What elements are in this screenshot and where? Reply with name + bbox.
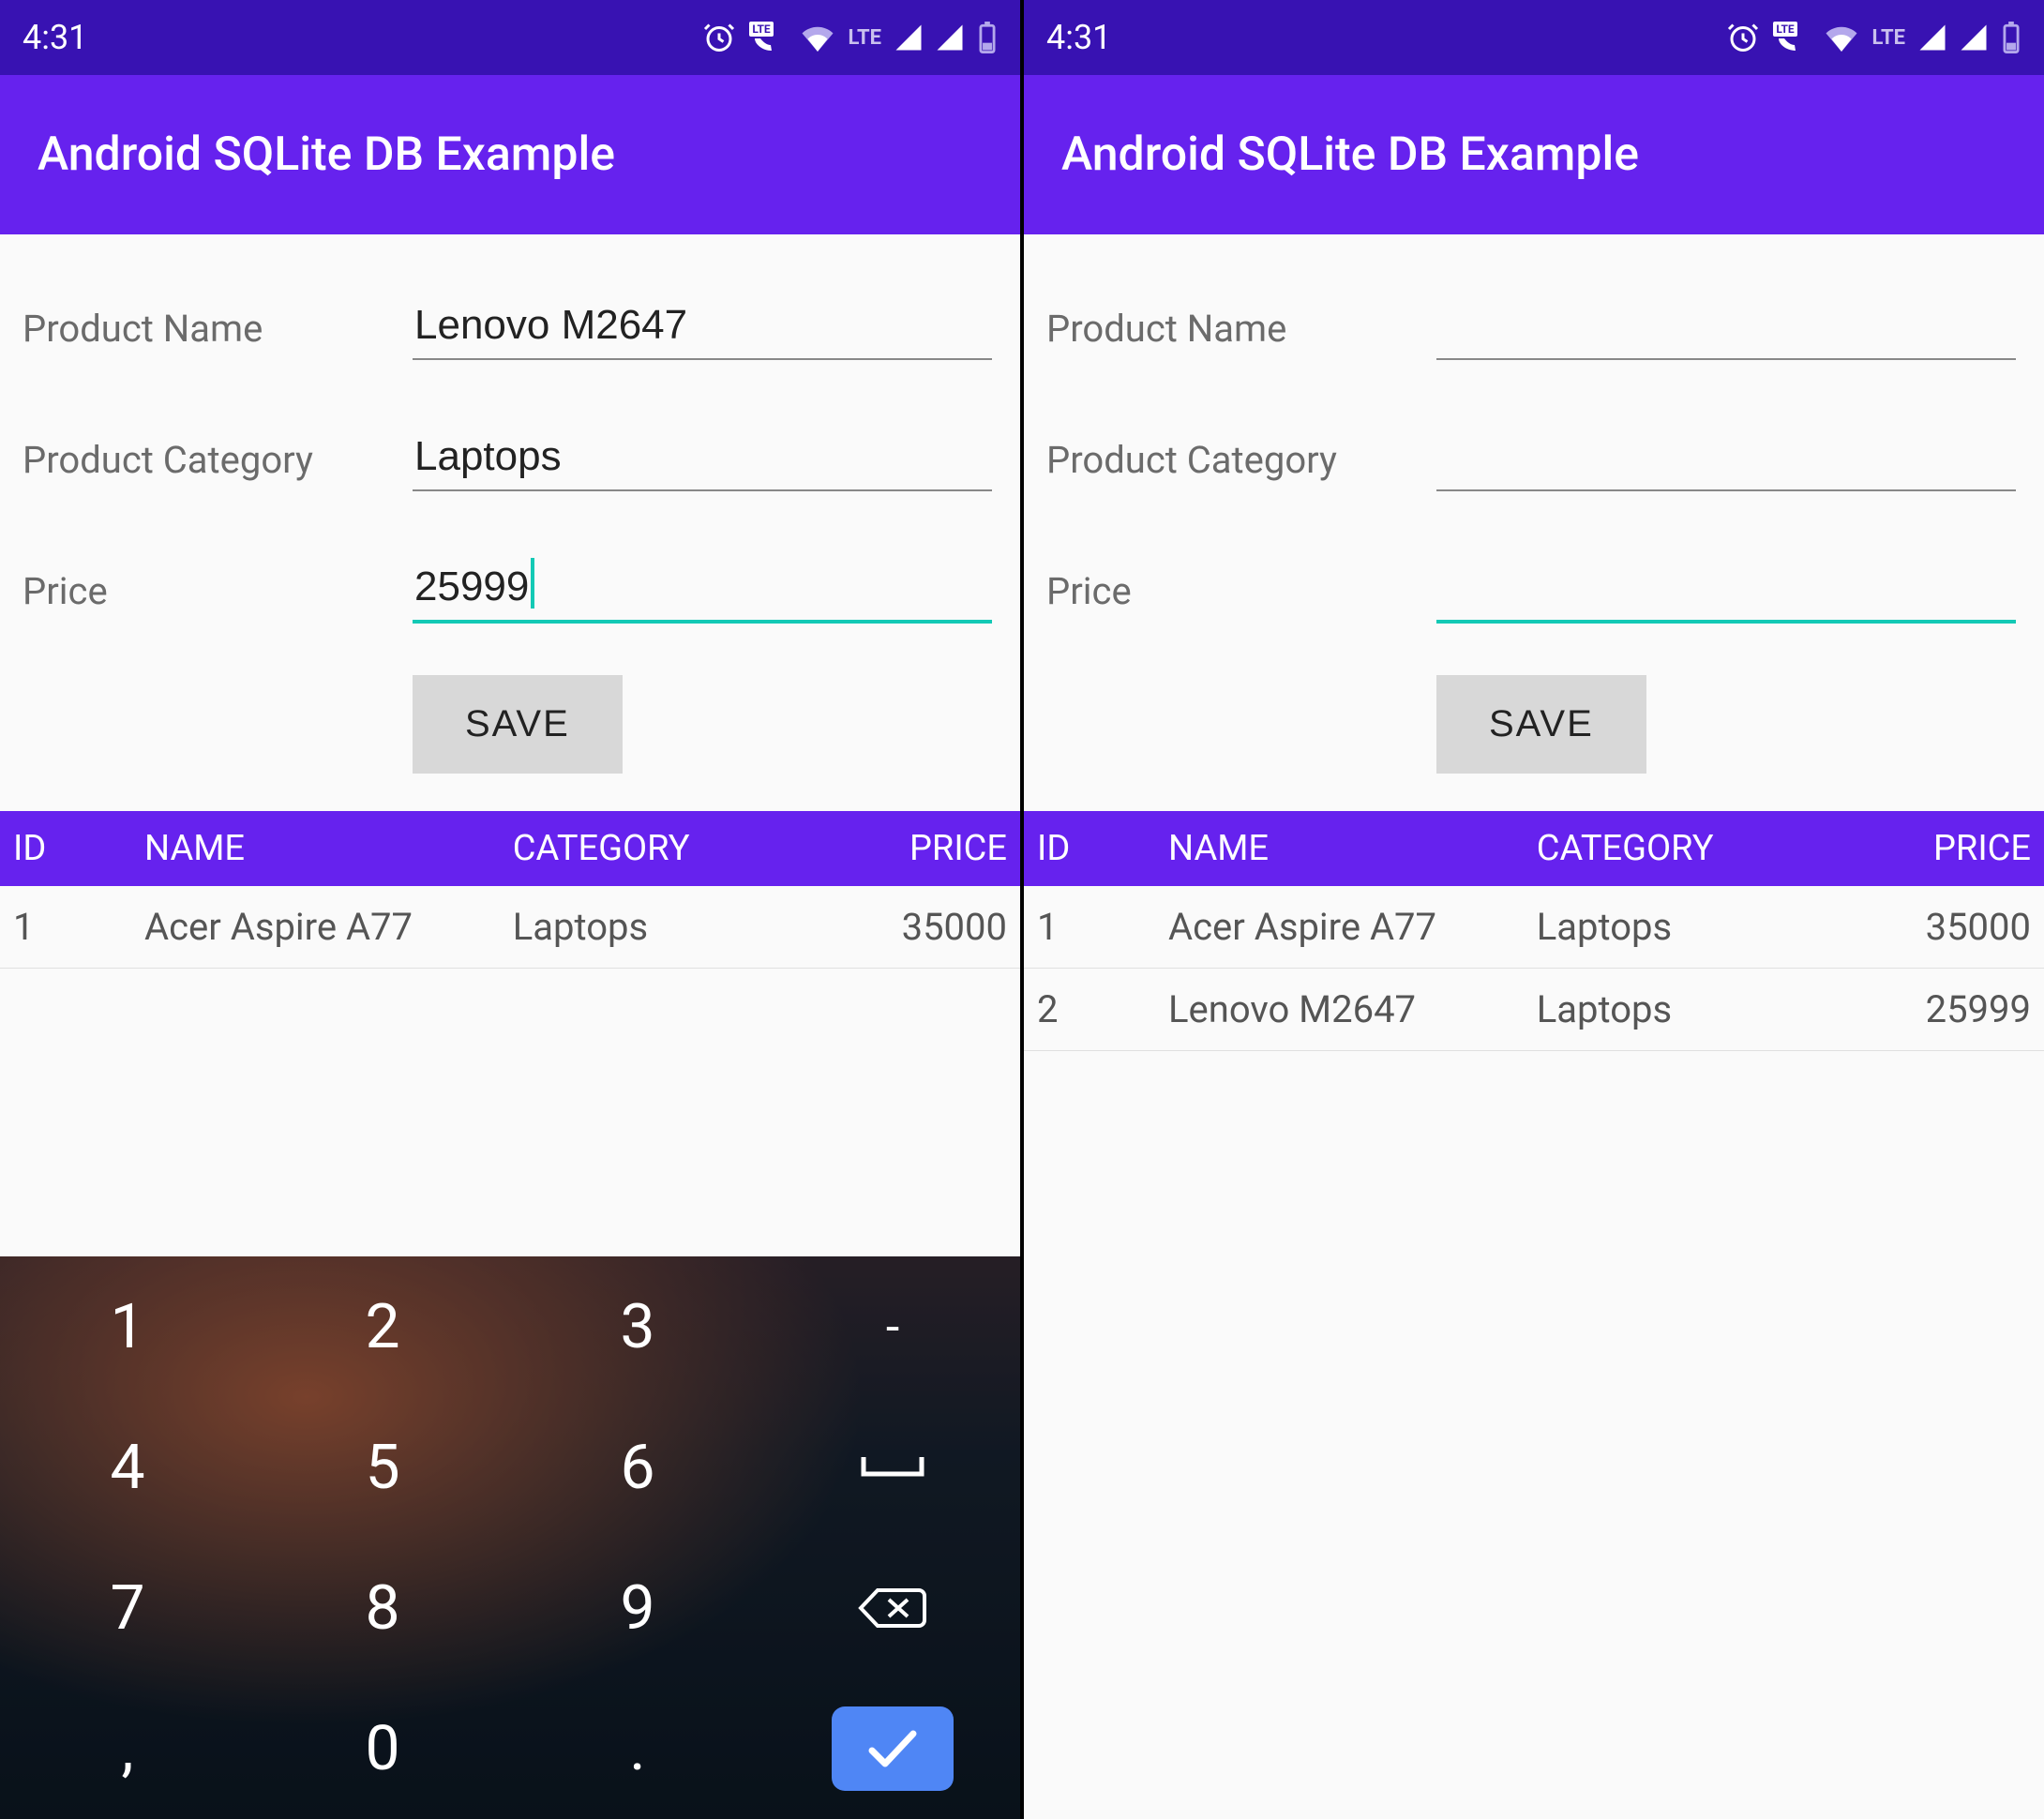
app-bar: Android SQLite DB Example (0, 75, 1020, 234)
label-price: Price (1043, 569, 1436, 613)
price-input[interactable] (413, 558, 992, 624)
save-button[interactable]: SAVE (413, 675, 623, 774)
status-bar: 4:31 LTE LTE (1024, 0, 2044, 75)
label-product-name: Product Name (1043, 307, 1436, 351)
cell-name: Lenovo M2647 (1168, 987, 1537, 1031)
volte-icon: LTE (749, 22, 787, 53)
table-body: 1Acer Aspire A77Laptops35000 (0, 886, 1020, 969)
volte-icon: LTE (1773, 22, 1811, 53)
header-name: NAME (144, 828, 513, 869)
svg-text:LTE: LTE (1776, 23, 1795, 36)
cell-category: Laptops (1537, 905, 1843, 949)
header-id: ID (1037, 828, 1168, 869)
key-9[interactable]: 9 (510, 1538, 765, 1678)
cell-id: 1 (1037, 905, 1168, 949)
key-,[interactable]: , (0, 1678, 255, 1819)
cell-category: Laptops (513, 905, 819, 949)
save-button[interactable]: SAVE (1436, 675, 1646, 774)
status-icons: LTE LTE (1726, 21, 2021, 54)
label-price: Price (19, 569, 413, 613)
product-category-input[interactable] (1436, 428, 2016, 491)
label-product-category: Product Category (1043, 438, 1436, 482)
key-enter[interactable] (765, 1678, 1020, 1819)
enter-icon (832, 1706, 954, 1791)
cell-category: Laptops (1537, 987, 1843, 1031)
battery-icon (977, 22, 998, 53)
app-bar: Android SQLite DB Example (1024, 75, 2044, 234)
key-.[interactable]: . (510, 1678, 765, 1819)
signal-icon-2 (1960, 23, 1988, 52)
table-body: 1Acer Aspire A77Laptops350002Lenovo M264… (1024, 886, 2044, 1051)
key-6[interactable]: 6 (510, 1397, 765, 1538)
label-product-category: Product Category (19, 438, 413, 482)
app-title: Android SQLite DB Example (1061, 128, 1639, 182)
key-4[interactable]: 4 (0, 1397, 255, 1538)
app-title: Android SQLite DB Example (38, 128, 615, 182)
table-header: ID NAME CATEGORY PRICE (1024, 811, 2044, 886)
lte-label: LTE (1872, 26, 1905, 50)
header-category: CATEGORY (513, 828, 819, 869)
header-price: PRICE (819, 828, 1007, 869)
key-8[interactable]: 8 (255, 1538, 510, 1678)
signal-icon-1 (894, 23, 923, 52)
header-id: ID (13, 828, 144, 869)
key-3[interactable]: 3 (510, 1256, 765, 1397)
price-input[interactable] (1436, 558, 2016, 624)
product-form: Product Name Product Category Price SAVE (1024, 234, 2044, 811)
signal-icon-1 (1918, 23, 1946, 52)
cell-price: 35000 (819, 905, 1007, 949)
cell-name: Acer Aspire A77 (1168, 905, 1537, 949)
product-form: Product Name Product Category Price SAVE (0, 234, 1020, 811)
cell-id: 2 (1037, 987, 1168, 1031)
product-name-input[interactable] (1436, 296, 2016, 360)
alarm-icon (1726, 21, 1760, 54)
cell-name: Acer Aspire A77 (144, 905, 513, 949)
product-name-input[interactable] (413, 296, 992, 360)
header-name: NAME (1168, 828, 1537, 869)
key-7[interactable]: 7 (0, 1538, 255, 1678)
status-bar: 4:31 LTE LTE (0, 0, 1020, 75)
phone-screen-right: 4:31 LTE LTE Android SQLite DB (1024, 0, 2044, 1819)
alarm-icon (702, 21, 736, 54)
status-time: 4:31 (23, 18, 87, 57)
table-header: ID NAME CATEGORY PRICE (0, 811, 1020, 886)
status-icons: LTE LTE (702, 21, 998, 54)
cell-price: 35000 (1843, 905, 2031, 949)
battery-icon (2001, 22, 2021, 53)
keyboard-grid: 123- 456 789,0. (0, 1256, 1020, 1819)
header-category: CATEGORY (1537, 828, 1843, 869)
key-space[interactable] (765, 1397, 1020, 1538)
key-1[interactable]: 1 (0, 1256, 255, 1397)
key-5[interactable]: 5 (255, 1397, 510, 1538)
key--[interactable]: - (765, 1256, 1020, 1397)
cell-price: 25999 (1843, 987, 2031, 1031)
lte-label: LTE (849, 26, 881, 50)
phone-screen-left: 4:31 LTE LTE Android SQLite DB (0, 0, 1020, 1819)
wifi-icon (800, 23, 835, 52)
key-0[interactable]: 0 (255, 1678, 510, 1819)
signal-icon-2 (936, 23, 964, 52)
cell-id: 1 (13, 905, 144, 949)
text-caret (531, 558, 534, 609)
product-category-input[interactable] (413, 428, 992, 491)
table-row[interactable]: 1Acer Aspire A77Laptops35000 (0, 886, 1020, 969)
status-time: 4:31 (1046, 18, 1111, 57)
key-backspace[interactable] (765, 1538, 1020, 1678)
table-row[interactable]: 2Lenovo M2647Laptops25999 (1024, 969, 2044, 1051)
table-row[interactable]: 1Acer Aspire A77Laptops35000 (1024, 886, 2044, 969)
header-price: PRICE (1843, 828, 2031, 869)
key-2[interactable]: 2 (255, 1256, 510, 1397)
wifi-icon (1824, 23, 1859, 52)
label-product-name: Product Name (19, 307, 413, 351)
numeric-keyboard: 123- 456 789,0. (0, 1256, 1020, 1819)
svg-text:LTE: LTE (752, 23, 771, 36)
